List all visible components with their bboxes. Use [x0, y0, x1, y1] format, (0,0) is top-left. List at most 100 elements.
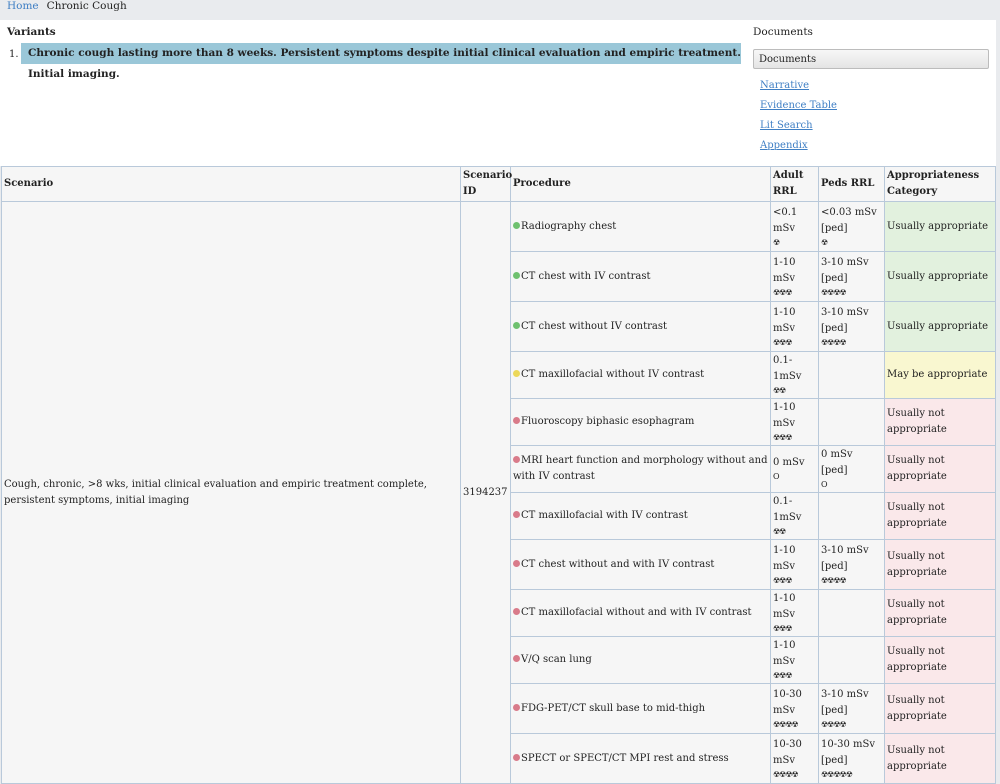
adult-rrl-value: 1-10 mSv [773, 402, 796, 429]
appropriateness-dot-icon [513, 608, 520, 615]
adult-rrl-value: 10-30 mSv [773, 738, 802, 766]
adult-rrl-cell: 1-10 mSv ☢☢☢ [770, 301, 819, 352]
appropriateness-dot-icon [513, 271, 520, 279]
appropriateness-dot-icon [513, 221, 520, 229]
procedure-name: SPECT or SPECT/CT MPI rest and stress [521, 752, 729, 764]
appropriateness-cell: Usually appropriate [884, 251, 996, 302]
procedure-cell[interactable]: CT maxillofacial without and with IV con… [510, 589, 771, 637]
procedure-cell[interactable]: CT maxillofacial without IV contrast [510, 351, 771, 399]
peds-rrl-value: 3-10 mSv [ped] [821, 688, 869, 716]
adult-rrl-cell: 0.1-1mSv ☢☢ [770, 492, 819, 540]
radiation-icon: ☢☢☢ [773, 624, 793, 633]
procedure-name: Radiography chest [521, 220, 617, 232]
table-header-row: Scenario Scenario ID Procedure Adult RRL… [1, 166, 996, 202]
peds-rrl-cell: 3-10 mSv [ped] ☢☢☢☢ [818, 301, 885, 352]
appropriateness-cell: Usually not appropriate [884, 445, 996, 493]
adult-rrl-value: 1-10 mSv [773, 640, 796, 667]
appropriateness-dot-icon [513, 559, 520, 567]
appropriateness-cell: Usually not appropriate [884, 589, 996, 637]
adult-rrl-cell: 10-30 mSv ☢☢☢☢ [770, 733, 819, 784]
procedure-name: CT chest without and with IV contrast [521, 558, 715, 570]
adult-rrl-cell: 1-10 mSv ☢☢☢ [770, 539, 819, 590]
procedure-name: Fluoroscopy biphasic esophagram [521, 416, 695, 427]
adult-rrl-cell: 0.1-1mSv ☢☢ [770, 351, 819, 399]
variant-number: 1. [9, 49, 19, 60]
radiation-icon: ☢☢☢☢☢ [821, 769, 853, 779]
radiation-icon: ☢☢☢ [773, 337, 793, 347]
variants-heading: Variants [7, 26, 56, 38]
peds-rrl-value: 3-10 mSv [ped] [821, 256, 869, 284]
radiation-icon: ☢☢☢ [773, 433, 793, 442]
breadcrumb-home-link[interactable]: Home [7, 0, 39, 12]
adult-rrl-value: 10-30 mSv [773, 688, 802, 716]
lit-search-link[interactable]: Lit Search [760, 120, 813, 131]
adult-rrl-value: 0.1-1mSv [773, 355, 802, 382]
procedure-cell[interactable]: Radiography chest [510, 201, 771, 252]
radiation-icon: ☢☢☢ [773, 287, 793, 297]
adult-rrl-value: 0.1-1mSv [773, 496, 802, 523]
peds-rrl-cell [818, 492, 885, 540]
breadcrumb: Home Chronic Cough [0, 0, 1000, 20]
procedure-name: CT maxillofacial without IV contrast [521, 369, 705, 380]
variants-panel: Variants 1. Chronic cough lasting more t… [0, 20, 996, 166]
radiation-icon: ☢ [821, 237, 828, 247]
procedure-cell[interactable]: CT maxillofacial with IV contrast [510, 492, 771, 540]
appropriateness-dot-icon [513, 753, 520, 761]
appropriateness-dot-icon [513, 456, 520, 463]
appropriateness-dot-icon [513, 655, 520, 662]
appropriateness-dot-icon [513, 370, 520, 377]
adult-rrl-value: <0.1 mSv [773, 206, 798, 234]
appropriateness-dot-icon [513, 511, 520, 518]
evidence-table-link[interactable]: Evidence Table [760, 100, 837, 111]
appropriateness-cell: Usually not appropriate [884, 539, 996, 590]
peds-rrl-cell: 0 mSv [ped] O [818, 445, 885, 493]
radiation-icon: ☢☢☢☢ [821, 719, 847, 729]
appropriateness-cell: Usually appropriate [884, 201, 996, 252]
appropriateness-dot-icon [513, 417, 520, 424]
header-procedure: Procedure [510, 166, 771, 202]
peds-rrl-value: 3-10 mSv [ped] [821, 544, 869, 572]
documents-select[interactable]: Documents [753, 49, 989, 69]
procedure-cell[interactable]: FDG-PET/CT skull base to mid-thigh [510, 683, 771, 734]
radiation-icon: ☢☢ [773, 386, 786, 395]
procedure-name: CT chest with IV contrast [521, 270, 651, 282]
procedure-cell[interactable]: V/Q scan lung [510, 636, 771, 684]
appropriateness-cell: Usually not appropriate [884, 492, 996, 540]
peds-rrl-value: 3-10 mSv [ped] [821, 306, 869, 334]
procedure-name: CT chest without IV contrast [521, 320, 667, 332]
scenario-cell: Cough, chronic, >8 wks, initial clinical… [1, 201, 461, 784]
variant-item[interactable]: Chronic cough lasting more than 8 weeks.… [21, 43, 741, 80]
appropriateness-cell: Usually appropriate [884, 301, 996, 352]
adult-rrl-value: 1-10 mSv [773, 256, 796, 284]
radiation-icon: ☢☢☢☢ [773, 719, 799, 729]
procedure-cell[interactable]: CT chest without and with IV contrast [510, 539, 771, 590]
procedure-cell[interactable]: CT chest with IV contrast [510, 251, 771, 302]
peds-rrl-cell [818, 589, 885, 637]
radiation-icon: ☢☢☢☢ [821, 337, 847, 347]
appropriateness-dot-icon [513, 321, 520, 329]
adult-rrl-cell: 1-10 mSv ☢☢☢ [770, 398, 819, 446]
adult-rrl-cell: 1-10 mSv ☢☢☢ [770, 589, 819, 637]
adult-rrl-value: 1-10 mSv [773, 306, 796, 334]
appropriateness-cell: May be appropriate [884, 351, 996, 399]
procedure-cell[interactable]: CT chest without IV contrast [510, 301, 771, 352]
procedures-table: Scenario Scenario ID Procedure Adult RRL… [1, 166, 996, 784]
procedure-cell[interactable]: MRI heart function and morphology withou… [510, 445, 771, 493]
peds-rrl-cell [818, 398, 885, 446]
peds-rrl-cell [818, 636, 885, 684]
appropriateness-cell: Usually not appropriate [884, 636, 996, 684]
narrative-link[interactable]: Narrative [760, 80, 809, 91]
peds-rrl-value: 0 mSv [ped] [821, 449, 853, 476]
procedure-cell[interactable]: SPECT or SPECT/CT MPI rest and stress [510, 733, 771, 784]
appendix-link[interactable]: Appendix [760, 140, 808, 151]
procedure-name: CT maxillofacial with IV contrast [521, 510, 688, 521]
header-adult-rrl: Adult RRL [770, 166, 819, 202]
peds-rrl-cell: 10-30 mSv [ped] ☢☢☢☢☢ [818, 733, 885, 784]
procedure-name: MRI heart function and morphology withou… [513, 455, 768, 482]
procedure-cell[interactable]: Fluoroscopy biphasic esophagram [510, 398, 771, 446]
peds-rrl-cell: 3-10 mSv [ped] ☢☢☢☢ [818, 683, 885, 734]
radiation-icon: O [821, 480, 828, 489]
appropriateness-cell: Usually not appropriate [884, 398, 996, 446]
adult-rrl-value: 1-10 mSv [773, 544, 796, 572]
procedure-name: V/Q scan lung [521, 654, 592, 665]
